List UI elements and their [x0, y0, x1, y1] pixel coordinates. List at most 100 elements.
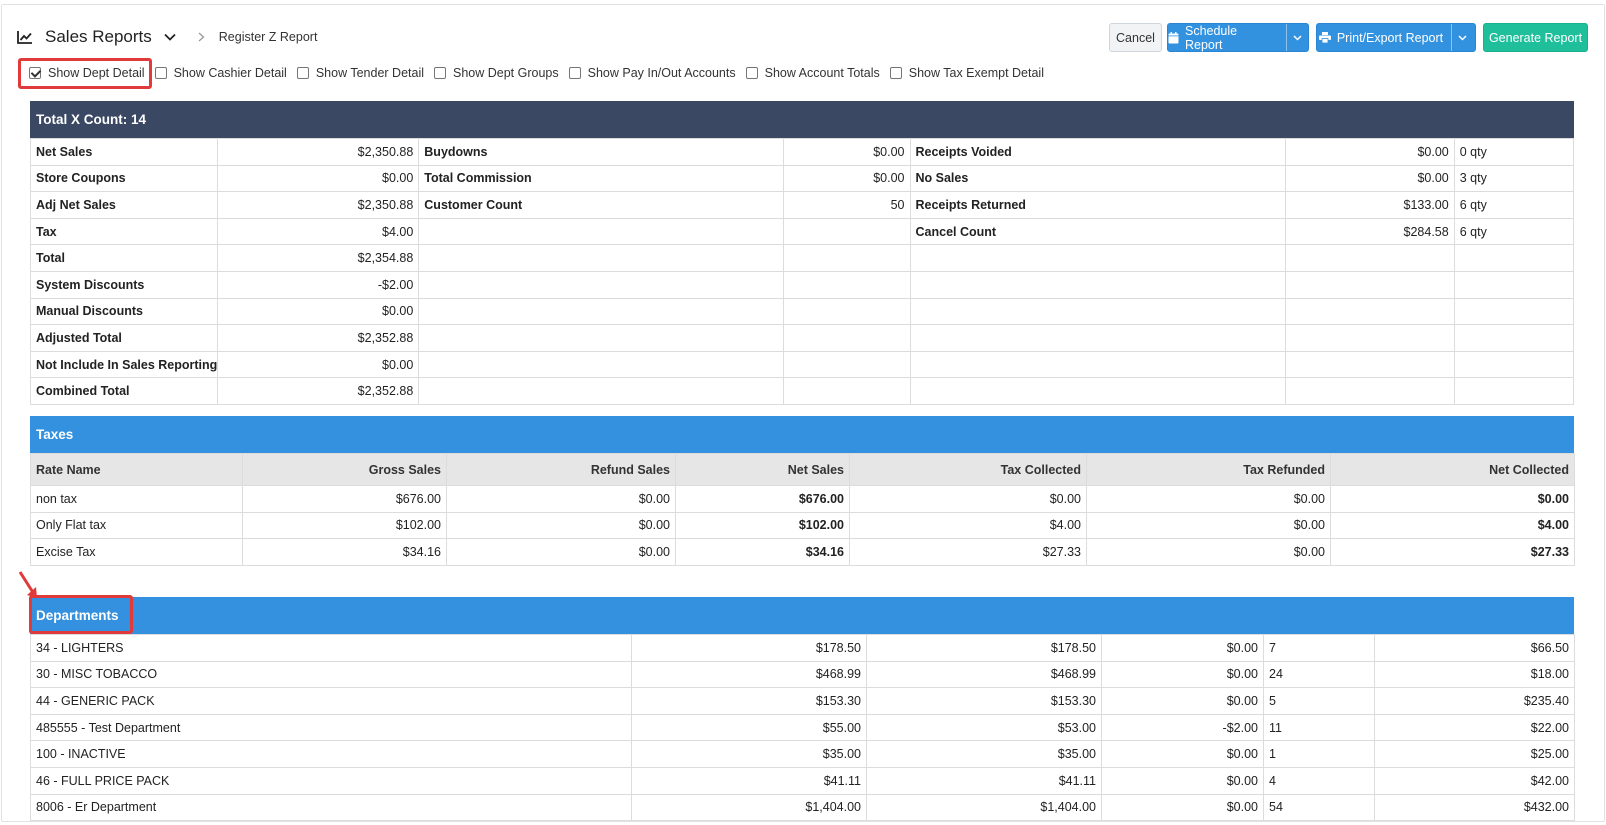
summary-cell: Customer Count: [418, 191, 785, 219]
tax-cell: $0.00: [446, 538, 676, 566]
summary-cell: [909, 297, 1286, 326]
print-dropdown-toggle[interactable]: [1451, 24, 1473, 51]
report-options: Show Dept Detail Show Cashier Detail Sho…: [29, 65, 1054, 81]
schedule-report-main[interactable]: Schedule Report: [1168, 24, 1278, 52]
tax-cell: $0.00: [1086, 538, 1331, 566]
department-cell: $0.00: [1101, 766, 1264, 795]
taxes-title: Taxes: [30, 416, 1574, 453]
option-label: Show Dept Groups: [453, 66, 559, 80]
department-row: 30 - MISC TOBACCO $468.99 $468.99 $0.00 24 $1…: [30, 660, 1575, 689]
summary-cell: Store Coupons: [30, 164, 218, 193]
chevron-down-icon[interactable]: [164, 33, 176, 41]
title-area: Sales Reports Register Z Report: [17, 27, 317, 47]
summary-cell: Adjusted Total: [30, 324, 218, 352]
summary-cell: [418, 377, 785, 405]
tax-row: Excise Tax $34.16 $0.00 $34.16 $27.33 $0.00 $2…: [30, 538, 1575, 566]
summary-cell: [418, 297, 785, 326]
highlight-box-dept-detail: [18, 58, 152, 89]
summary-cell: [909, 324, 1286, 352]
tax-cell: Excise Tax: [30, 538, 243, 566]
tax-cell: $4.00: [1330, 511, 1575, 540]
department-cell: 4: [1263, 766, 1375, 795]
department-cell: $41.11: [631, 766, 867, 795]
department-cell: $22.00: [1374, 713, 1575, 742]
option-show-dept-groups[interactable]: Show Dept Groups: [434, 66, 559, 80]
schedule-dropdown-toggle[interactable]: [1286, 24, 1308, 51]
summary-cell: Adj Net Sales: [30, 191, 218, 219]
summary-cell: [783, 377, 911, 405]
summary-cell: [909, 270, 1286, 299]
summary-cell: $2,352.88: [216, 324, 420, 352]
summary-cell: $2,352.88: [216, 377, 420, 405]
summary-cell: $0.00: [216, 164, 420, 193]
summary-cell: $2,350.88: [216, 191, 420, 219]
summary-cell: Total Commission: [418, 164, 785, 193]
checkbox[interactable]: [154, 67, 167, 79]
summary-cell: [783, 350, 911, 379]
summary-cell: $0.00: [1284, 138, 1455, 166]
page-title[interactable]: Sales Reports: [45, 27, 152, 47]
column-header: Net Sales: [675, 453, 850, 486]
print-export-label: Print/Export Report: [1336, 30, 1444, 45]
summary-cell: $0.00: [783, 138, 911, 166]
department-row: 8006 - Er Department $1,404.00 $1,404.00 $0…: [30, 793, 1575, 821]
summary-cell: $2,354.88: [216, 244, 420, 272]
cancel-button[interactable]: Cancel: [1109, 23, 1162, 52]
department-cell: $0.00: [1101, 634, 1264, 662]
department-cell: 24: [1263, 660, 1375, 689]
schedule-report-button[interactable]: Schedule Report: [1167, 23, 1309, 52]
print-export-main[interactable]: Print/Export Report: [1318, 30, 1444, 45]
department-cell: 485555 - Test Department: [30, 713, 632, 742]
department-cell: $41.11: [866, 766, 1102, 795]
generate-report-button[interactable]: Generate Report: [1483, 23, 1588, 52]
summary-cell: System Discounts: [30, 270, 218, 299]
checkbox[interactable]: [568, 67, 581, 79]
department-cell: $35.00: [866, 740, 1102, 768]
department-cell: $25.00: [1374, 740, 1575, 768]
summary-cell: $0.00: [216, 297, 420, 326]
checkbox[interactable]: [889, 67, 902, 79]
summary-row: Adjusted Total $2,352.88: [30, 324, 1575, 352]
summary-row: Not Include In Sales Reporting $0.00: [30, 350, 1575, 379]
tax-cell: $0.00: [849, 485, 1087, 513]
cancel-button-label: Cancel: [1116, 30, 1155, 45]
checkbox[interactable]: [745, 67, 758, 79]
summary-cell: [418, 217, 785, 246]
summary-cell: [1284, 377, 1455, 405]
print-export-button[interactable]: Print/Export Report: [1316, 23, 1476, 52]
summary-cell: Not Include In Sales Reporting: [30, 350, 218, 379]
option-show-tax-exempt-detail[interactable]: Show Tax Exempt Detail: [889, 66, 1044, 80]
checkbox[interactable]: [296, 67, 309, 79]
schedule-report-label: Schedule Report: [1184, 23, 1238, 52]
department-cell: $42.00: [1374, 766, 1575, 795]
summary-cell: -$2.00: [216, 270, 420, 299]
tax-cell: $102.00: [242, 511, 447, 540]
option-show-account-totals[interactable]: Show Account Totals: [745, 66, 880, 80]
tax-cell: $0.00: [446, 485, 676, 513]
tax-cell: $102.00: [675, 511, 850, 540]
department-row: 485555 - Test Department $55.00 $53.00 -$2.…: [30, 713, 1575, 742]
summary-cell: Net Sales: [30, 138, 218, 166]
option-show-pay-in-out-accounts[interactable]: Show Pay In/Out Accounts: [568, 66, 736, 80]
column-header: Net Collected: [1330, 453, 1575, 486]
department-cell: $468.99: [631, 660, 867, 689]
option-show-tender-detail[interactable]: Show Tender Detail: [296, 66, 424, 80]
department-cell: $178.50: [631, 634, 867, 662]
option-show-cashier-detail[interactable]: Show Cashier Detail: [154, 66, 287, 80]
column-header: Rate Name: [30, 453, 243, 486]
summary-cell: $133.00: [1284, 191, 1455, 219]
summary-cell: [783, 244, 911, 272]
summary-row: Tax $4.00 Cancel Count $284.58 6 qty: [30, 217, 1575, 246]
summary-panel: Total X Count: 14 Net Sales $2,350.88 Buyd…: [30, 101, 1575, 405]
option-label: Show Tender Detail: [315, 66, 424, 80]
department-cell: 11: [1263, 713, 1375, 742]
department-cell: 5: [1263, 687, 1375, 715]
department-row: 44 - GENERIC PACK $153.30 $153.30 $0.00 5 $23…: [30, 687, 1575, 715]
department-cell: $153.30: [866, 687, 1102, 715]
summary-cell: Receipts Returned: [909, 191, 1286, 219]
summary-cell: [1453, 244, 1575, 272]
summary-cell: Manual Discounts: [30, 297, 218, 326]
department-cell: $1,404.00: [631, 793, 867, 821]
checkbox[interactable]: [434, 67, 446, 79]
tax-cell: $27.33: [849, 538, 1087, 566]
